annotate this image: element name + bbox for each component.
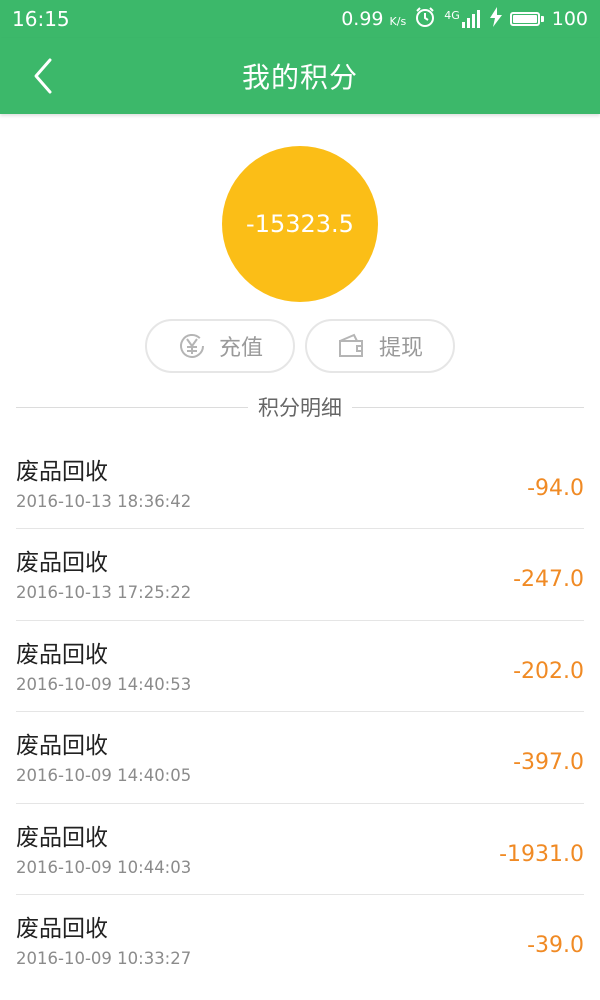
list-item[interactable]: 废品回收 2016-10-09 14:40:05 -397.0: [0, 712, 600, 804]
record-name: 废品回收: [16, 824, 108, 851]
record-name: 废品回收: [16, 550, 108, 577]
record-time: 2016-10-09 10:44:03: [16, 857, 192, 877]
record-amount: -39.0: [527, 932, 584, 958]
list-item[interactable]: 废品回收 2016-10-09 10:44:03 -1931.0: [0, 804, 600, 895]
withdraw-button[interactable]: 提现: [305, 319, 455, 373]
divider-line: [352, 406, 584, 408]
record-name: 废品回收: [16, 915, 108, 942]
network-speed: 0.99 K/s: [341, 8, 407, 30]
record-amount: -1931.0: [499, 841, 584, 867]
charging-icon: [489, 6, 502, 32]
page-title: 我的积分: [241, 61, 358, 94]
signal-icon: 4G: [444, 10, 482, 28]
points-record-list: 废品回收 2016-10-13 18:36:42 -94.0 废品回收 2016…: [0, 438, 600, 986]
recharge-label: 充值: [218, 336, 263, 361]
battery-icon: [509, 12, 544, 26]
recharge-button[interactable]: 充值: [145, 319, 295, 373]
record-amount: -202.0: [513, 658, 584, 684]
score-display: -15323.5: [222, 146, 378, 302]
score-value: -15323.5: [246, 210, 354, 238]
list-item[interactable]: 废品回收 2016-10-13 17:25:22 -247.0: [0, 529, 600, 621]
record-name: 废品回收: [16, 733, 108, 760]
back-button[interactable]: [26, 56, 66, 96]
record-time: 2016-10-09 14:40:53: [16, 674, 192, 694]
section-divider: 积分明细: [16, 390, 584, 424]
chevron-left-icon: [34, 58, 52, 94]
battery-level: 100: [551, 8, 588, 30]
record-time: 2016-10-13 17:25:22: [16, 583, 192, 603]
record-amount: -94.0: [527, 476, 584, 501]
record-amount: -247.0: [513, 567, 584, 593]
record-name: 废品回收: [16, 641, 108, 668]
alarm-icon: [414, 6, 436, 33]
list-item[interactable]: 废品回收 2016-10-09 14:40:53 -202.0: [0, 621, 600, 713]
record-time: 2016-10-13 18:36:42: [16, 492, 192, 511]
record-time: 2016-10-09 14:40:05: [16, 766, 192, 786]
status-bar: 16:15 0.99 K/s 4G 100: [0, 0, 600, 38]
status-icons: 0.99 K/s 4G 100: [341, 6, 588, 33]
yen-circle-icon: [180, 333, 204, 358]
record-amount: -397.0: [513, 750, 584, 776]
divider-line: [16, 406, 248, 408]
wallet-icon: [338, 333, 363, 357]
record-name: 废品回收: [16, 459, 108, 485]
withdraw-label: 提现: [378, 336, 423, 361]
status-time: 16:15: [12, 7, 70, 31]
record-time: 2016-10-09 10:33:27: [16, 948, 192, 968]
app-bar: 我的积分: [0, 38, 600, 114]
list-item[interactable]: 废品回收 2016-10-09 10:33:27 -39.0: [0, 895, 600, 986]
list-item[interactable]: 废品回收 2016-10-13 18:36:42 -94.0: [0, 438, 600, 530]
section-title: 积分明细: [258, 396, 342, 420]
